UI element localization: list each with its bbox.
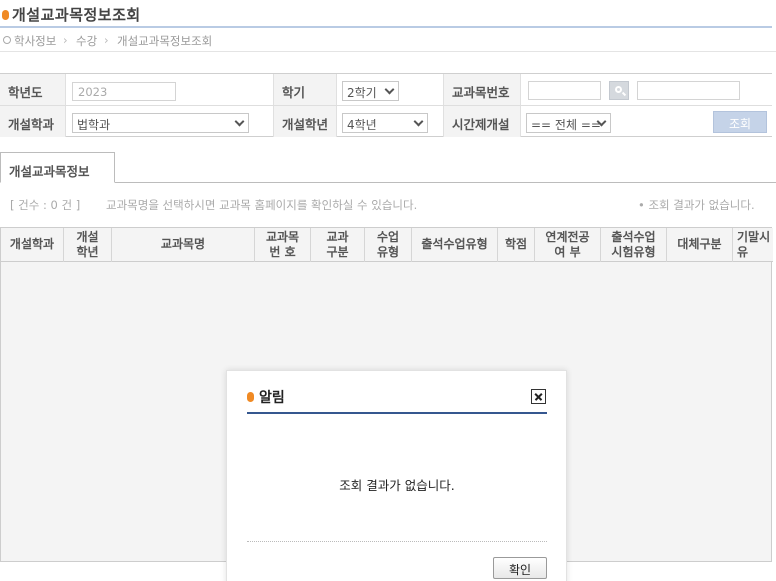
search-row: 학년도 2023 학기 2학기 교과목번호 (0, 74, 772, 106)
result-status: • 조회 결과가 없습니다. (638, 198, 755, 212)
column-header-text: 연계전공 (545, 230, 590, 244)
column-header-text: 출석수업 (611, 230, 656, 244)
course-number-label: 교과목번호 (443, 74, 521, 105)
column-header-text: 시험유형 (611, 245, 656, 259)
bullet-icon (2, 10, 9, 20)
column-header[interactable]: 출석수업 시험유형 (601, 228, 667, 262)
column-header-text: 유 (737, 245, 749, 259)
breadcrumb: 학사정보 › 수강 › 개설교과목정보조회 (0, 30, 776, 52)
dialog-divider (247, 412, 547, 414)
column-header-text: 개설학과 (9, 237, 55, 251)
chevron-down-icon (234, 116, 245, 127)
column-header[interactable]: 연계전공 여 부 (535, 228, 601, 262)
semester-select[interactable]: 2학기 (342, 81, 399, 101)
breadcrumb-item[interactable]: 개설교과목정보조회 (117, 33, 212, 49)
column-header-text: 학년 (76, 245, 99, 259)
column-header-text: 여 부 (554, 245, 581, 259)
search-row: 개설학과 법학과 개설학년 4학년 시간제개설 == 전체 == 조회 (0, 106, 772, 138)
semester-select-value: 2학기 (347, 86, 377, 100)
course-name-input[interactable] (637, 81, 740, 100)
department-select[interactable]: 법학과 (72, 113, 249, 133)
dialog-title: 알림 (259, 390, 285, 406)
page-title: 개설교과목정보조회 (12, 6, 141, 24)
column-header[interactable]: 기말시 유 (733, 228, 771, 262)
course-search-button[interactable] (609, 81, 629, 100)
tab-course-info[interactable]: 개설교과목정보 (0, 152, 115, 183)
column-header-text: 구분 (326, 245, 349, 259)
column-header-text: 번 호 (269, 245, 296, 259)
column-header-text: 유형 (376, 245, 400, 259)
column-header-text: 교과목명 (160, 237, 206, 251)
query-button[interactable]: 조회 (713, 111, 767, 133)
result-count: [ 건수 : 0 건 ] (10, 198, 81, 212)
column-header[interactable]: 대체구분 (667, 228, 733, 262)
page-header: 개설교과목정보조회 (0, 2, 772, 28)
column-header[interactable]: 출석수업유형 (412, 228, 498, 262)
timetable-select-value: == 전체 == (531, 118, 601, 132)
bullet-icon (247, 392, 254, 402)
grade-select-value: 4학년 (347, 118, 377, 132)
breadcrumb-item[interactable]: 학사정보 (14, 33, 56, 49)
column-header-text: 교과목 (265, 230, 300, 244)
column-header[interactable]: 개설학과 (1, 228, 64, 262)
home-icon (3, 36, 11, 44)
grade-label: 개설학년 (273, 106, 337, 137)
column-header-text: 기말시 (737, 230, 771, 244)
alert-dialog: 알림 조회 결과가 없습니다. 확인 (226, 370, 567, 581)
column-header-text: 교과 (326, 230, 349, 244)
column-header[interactable]: 수업 유형 (365, 228, 412, 262)
chevron-down-icon (384, 84, 395, 95)
grade-select[interactable]: 4학년 (342, 113, 428, 133)
dialog-message: 조회 결과가 없습니다. (339, 478, 455, 493)
course-number-input[interactable] (528, 81, 601, 100)
breadcrumb-item[interactable]: 수강 (76, 33, 97, 49)
tab-bar: 개설교과목정보 (0, 152, 776, 183)
ok-button[interactable]: 확인 (493, 557, 547, 579)
timetable-select[interactable]: == 전체 == (526, 113, 611, 133)
year-label: 학년도 (0, 74, 66, 105)
page: 개설교과목정보조회 학사정보 › 수강 › 개설교과목정보조회 학년도 2023… (0, 0, 776, 581)
column-header-text: 대체구분 (677, 237, 722, 251)
year-input[interactable]: 2023 (72, 82, 176, 101)
dialog-footer-divider (247, 541, 547, 542)
search-icon-handle (621, 91, 627, 97)
column-header[interactable]: 학점 (498, 228, 535, 262)
close-icon[interactable] (531, 389, 546, 404)
semester-label: 학기 (273, 74, 337, 105)
column-header[interactable]: 교과 구분 (311, 228, 365, 262)
column-header-text: 개설 (76, 230, 99, 244)
result-hint: 교과목명을 선택하시면 교과목 홈페이지를 확인하실 수 있습니다. (106, 198, 418, 212)
search-form: 학년도 2023 학기 2학기 교과목번호 개설학과 법학과 개설학년 4학년 … (0, 73, 772, 137)
column-header-text: 수업 (376, 230, 400, 244)
search-icon (615, 86, 622, 93)
column-header-text: 학점 (504, 237, 528, 251)
grid-header: 개설학과 개설 학년 교과목명 교과목 번 호 교과 구분 수업 유형 출석수업유형 학… (1, 228, 773, 262)
department-select-value: 법학과 (77, 118, 111, 132)
chevron-down-icon (413, 116, 424, 127)
breadcrumb-separator: › (104, 33, 109, 47)
column-header-text: 출석수업유형 (421, 237, 488, 251)
column-header[interactable]: 교과목 번 호 (255, 228, 311, 262)
column-header[interactable]: 교과목명 (112, 228, 255, 262)
breadcrumb-separator: › (63, 33, 68, 47)
column-header[interactable]: 개설 학년 (64, 228, 112, 262)
department-label: 개설학과 (0, 106, 66, 137)
timetable-label: 시간제개설 (443, 106, 521, 137)
